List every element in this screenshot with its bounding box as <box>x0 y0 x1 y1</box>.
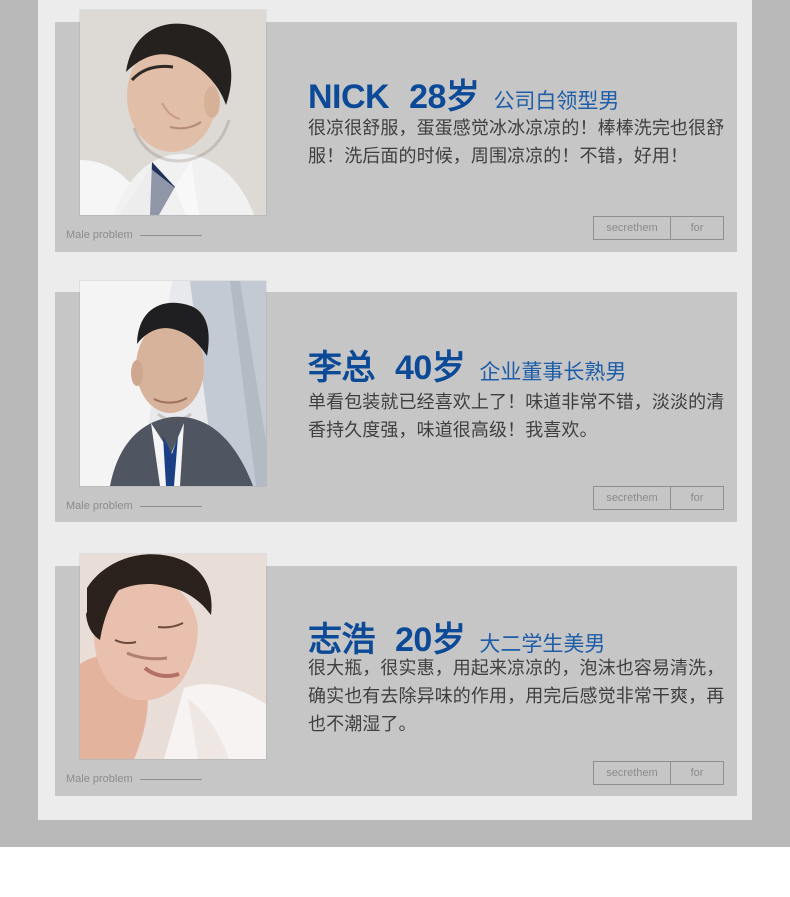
student-man-portrait <box>80 554 266 759</box>
review-2-type: 企业董事长熟男 <box>479 360 627 384</box>
review-3-name: 志浩 <box>308 621 376 659</box>
review-3-tag-for: for <box>690 767 704 779</box>
review-1-label-rule <box>139 234 202 236</box>
review-2-male-label: Male problem <box>66 500 202 512</box>
review-3-male-label-text: Male problem <box>66 773 133 785</box>
review-1-tag-for: for <box>690 222 704 234</box>
review-2-text: 单看包装就已经喜欢上了！味道非常不错，淡淡的清香持久度强，味道很高级！我喜欢。 <box>308 392 725 441</box>
review-2-tag-box: secrethem for <box>593 486 724 510</box>
review-3-male-label: Male problem <box>66 773 202 785</box>
review-3-type: 大二学生美男 <box>479 632 606 656</box>
executive-man-portrait <box>80 281 266 486</box>
testimonial-page: NICK 28岁 公司白领型男 很凉很舒服，蛋蛋感觉冰冰凉凉的！棒棒洗完也很舒服… <box>0 0 790 897</box>
review-1-age: 28岁 <box>409 78 480 116</box>
review-1-name: NICK <box>308 78 390 116</box>
review-2-label-rule <box>139 505 202 507</box>
review-3-label-rule <box>139 778 202 780</box>
review-3-tag-secrethem: secrethem <box>594 762 671 784</box>
review-3-photo <box>80 554 266 759</box>
review-3-heading: 志浩 20岁 大二学生美男 <box>308 612 605 661</box>
review-1-male-label-text: Male problem <box>66 229 133 241</box>
review-2-tag-secrethem: secrethem <box>594 487 671 509</box>
review-1-type: 公司白领型男 <box>493 89 620 113</box>
office-man-portrait <box>80 10 266 215</box>
review-1-male-label: Male problem <box>66 229 202 241</box>
review-3-text: 很大瓶，很实惠，用起来凉凉的，泡沫也容易清洗，确实也有去除异味的作用，用完后感觉… <box>308 658 725 735</box>
review-3-tag-box: secrethem for <box>593 761 724 785</box>
review-1-text: 很凉很舒服，蛋蛋感觉冰冰凉凉的！棒棒洗完也很舒服！洗后面的时候，周围凉凉的！不错… <box>308 118 725 167</box>
review-3-age: 20岁 <box>395 621 466 659</box>
review-2-heading: 李总 40岁 企业董事长熟男 <box>308 340 626 389</box>
review-1-tag-secrethem: secrethem <box>594 217 671 239</box>
review-2-male-label-text: Male problem <box>66 500 133 512</box>
review-1-tag-box: secrethem for <box>593 216 724 240</box>
review-2-tag-for: for <box>690 492 704 504</box>
review-1-photo <box>80 10 266 215</box>
review-1-heading: NICK 28岁 公司白领型男 <box>308 69 619 118</box>
review-2-name: 李总 <box>308 349 376 387</box>
review-2-age: 40岁 <box>395 349 466 387</box>
review-2-photo <box>80 281 266 486</box>
